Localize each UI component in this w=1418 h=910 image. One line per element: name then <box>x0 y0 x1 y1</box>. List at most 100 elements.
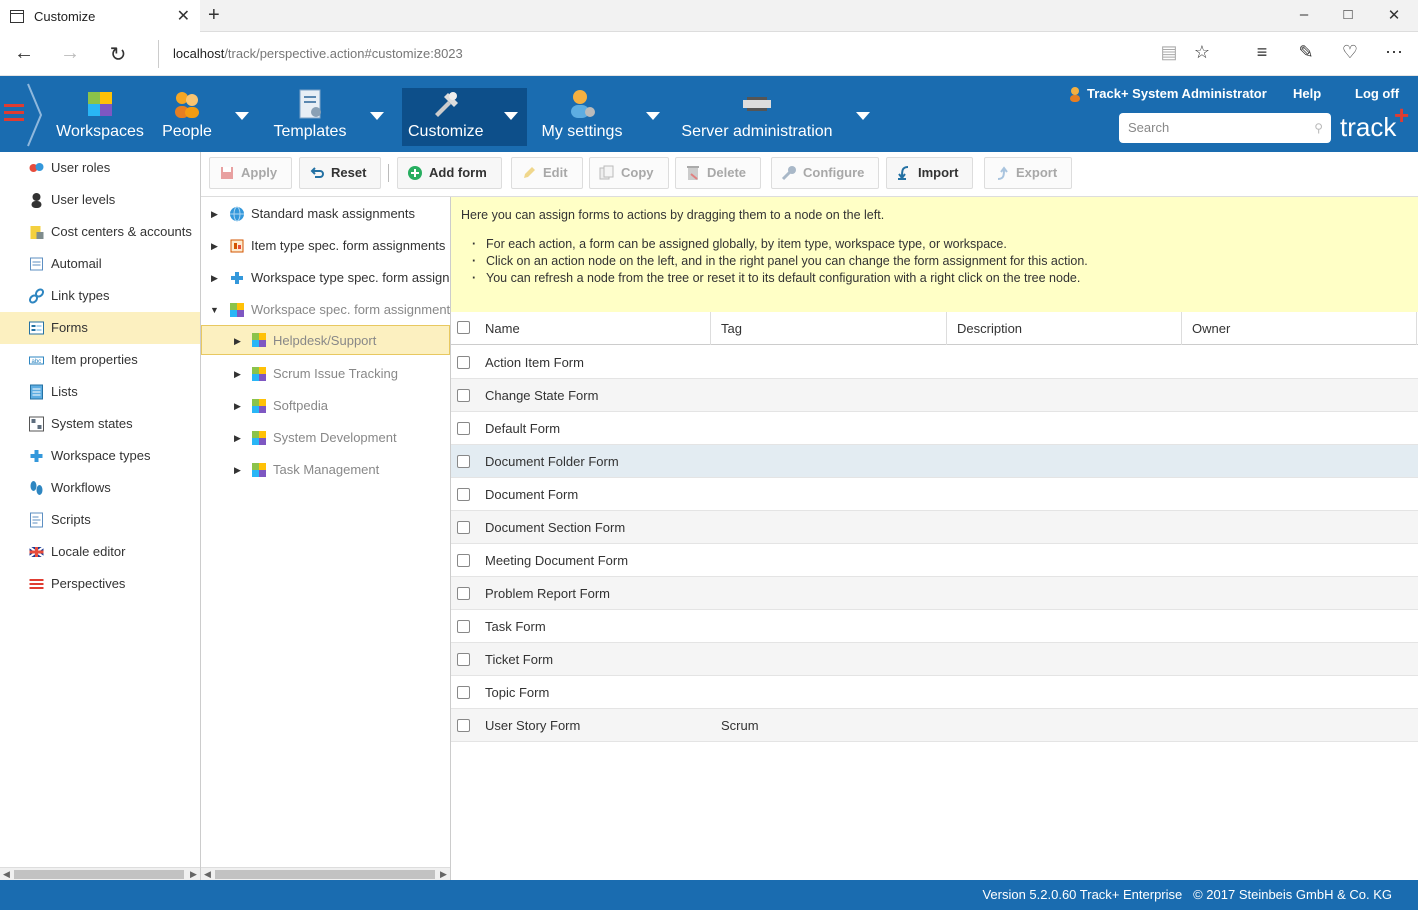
sidebar-item-lists[interactable]: Lists <box>0 376 200 408</box>
table-row[interactable]: Document Section Form <box>451 511 1418 544</box>
minimize-icon[interactable]: – <box>1294 6 1314 23</box>
table-row[interactable]: Problem Report Form <box>451 577 1418 610</box>
table-row[interactable]: Task Form <box>451 610 1418 643</box>
column-header-owner[interactable]: Owner <box>1182 312 1417 345</box>
url-field[interactable]: localhost/track/perspective.action#custo… <box>158 40 1138 68</box>
sidebar-item-scripts[interactable]: Scripts <box>0 504 200 536</box>
row-checkbox[interactable] <box>457 719 470 732</box>
row-checkbox[interactable] <box>457 356 470 369</box>
import-button[interactable]: Import <box>886 157 974 189</box>
people-dropdown-caret-icon[interactable] <box>235 112 249 120</box>
row-checkbox[interactable] <box>457 488 470 501</box>
delete-button[interactable]: Delete <box>675 157 762 189</box>
search-input[interactable]: Search ⚲ <box>1119 113 1331 143</box>
tree-node-task-management[interactable]: ▶ Task Management <box>201 455 450 485</box>
tree-expand-arrow-icon[interactable]: ▶ <box>211 263 218 293</box>
nav-people[interactable]: People <box>160 88 214 146</box>
export-button[interactable]: Export <box>984 157 1073 189</box>
tree-node-workspace-type-spec[interactable]: ▶ Workspace type spec. form assignments <box>201 263 450 293</box>
row-checkbox[interactable] <box>457 422 470 435</box>
table-row[interactable]: Meeting Document Form <box>451 544 1418 577</box>
tree-expand-arrow-icon[interactable]: ▶ <box>211 199 218 229</box>
configure-button[interactable]: Configure <box>771 157 880 189</box>
apply-button[interactable]: Apply <box>209 157 293 189</box>
sidebar-item-cost-centers[interactable]: Cost centers & accounts <box>0 216 200 248</box>
copy-button[interactable]: Copy <box>589 157 669 189</box>
window-close-icon[interactable]: ✕ <box>1384 6 1404 24</box>
search-icon[interactable]: ⚲ <box>1314 113 1323 143</box>
row-checkbox[interactable] <box>457 620 470 633</box>
sidebar-item-workflows[interactable]: Workflows <box>0 472 200 504</box>
tree-horizontal-scrollbar[interactable]: ◀ ▶ <box>201 867 450 880</box>
tree-node-item-type-spec[interactable]: ▶ Item type spec. form assignments <box>201 231 450 261</box>
add-form-button[interactable]: Add form <box>397 157 502 189</box>
tree-expand-arrow-icon[interactable]: ▶ <box>234 455 241 485</box>
nav-server-administration[interactable]: Server administration <box>681 88 833 146</box>
table-row[interactable]: Action Item Form <box>451 346 1418 379</box>
row-checkbox[interactable] <box>457 521 470 534</box>
tree-expand-arrow-icon[interactable]: ▶ <box>234 326 241 356</box>
more-icon[interactable]: ⋯ <box>1382 42 1406 63</box>
browser-tab[interactable]: Customize ✕ <box>0 0 200 32</box>
scroll-left-icon[interactable]: ◀ <box>204 868 211 880</box>
tree-node-helpdesk-support[interactable]: ▶ Helpdesk/Support <box>201 325 450 355</box>
sidebar-item-automail[interactable]: Automail <box>0 248 200 280</box>
sidebar-item-workspace-types[interactable]: Workspace types <box>0 440 200 472</box>
tree-node-standard-mask[interactable]: ▶ Standard mask assignments <box>201 199 450 229</box>
scrollbar-thumb[interactable] <box>14 870 184 879</box>
column-header-tag[interactable]: Tag <box>711 312 947 345</box>
sidebar-item-forms[interactable]: Forms <box>0 312 200 344</box>
nav-templates[interactable]: Templates <box>272 88 348 146</box>
tree-node-workspace-spec[interactable]: ▼ Workspace spec. form assignments <box>201 295 450 325</box>
tree-collapse-arrow-icon[interactable]: ▼ <box>210 295 219 325</box>
row-checkbox[interactable] <box>457 653 470 666</box>
tree-expand-arrow-icon[interactable]: ▶ <box>234 359 241 389</box>
row-checkbox[interactable] <box>457 389 470 402</box>
table-row[interactable]: Topic Form <box>451 676 1418 709</box>
new-tab-button[interactable]: + <box>208 4 220 27</box>
table-row[interactable]: Document Form <box>451 478 1418 511</box>
row-checkbox[interactable] <box>457 587 470 600</box>
tree-expand-arrow-icon[interactable]: ▶ <box>211 231 218 261</box>
nav-workspaces[interactable]: Workspaces <box>56 88 144 146</box>
tree-node-system-development[interactable]: ▶ System Development <box>201 423 450 453</box>
share-icon[interactable]: ♡ <box>1338 42 1362 63</box>
log-off-link[interactable]: Log off <box>1355 86 1399 101</box>
hub-icon[interactable]: ≡ <box>1250 42 1274 63</box>
sidebar-item-user-levels[interactable]: User levels <box>0 184 200 216</box>
tree-node-scrum-issue-tracking[interactable]: ▶ Scrum Issue Tracking <box>201 359 450 389</box>
sidebar-item-locale-editor[interactable]: Locale editor <box>0 536 200 568</box>
column-header-name[interactable]: Name <box>475 312 711 345</box>
reset-button[interactable]: Reset <box>299 157 382 189</box>
scrollbar-thumb[interactable] <box>215 870 435 879</box>
server-admin-dropdown-caret-icon[interactable] <box>856 112 870 120</box>
table-row[interactable]: Change State Form <box>451 379 1418 412</box>
help-link[interactable]: Help <box>1293 86 1321 101</box>
table-row[interactable]: User Story Form Scrum <box>451 709 1418 742</box>
select-all-checkbox[interactable] <box>457 321 470 334</box>
tree-expand-arrow-icon[interactable]: ▶ <box>234 423 241 453</box>
sidebar-item-system-states[interactable]: System states <box>0 408 200 440</box>
maximize-icon[interactable]: □ <box>1338 6 1358 23</box>
tab-close-icon[interactable]: ✕ <box>177 6 190 26</box>
customize-dropdown-caret-icon[interactable] <box>504 112 518 120</box>
sidebar-item-item-properties[interactable]: abc Item properties <box>0 344 200 376</box>
my-settings-dropdown-caret-icon[interactable] <box>646 112 660 120</box>
back-icon[interactable]: ← <box>12 42 36 65</box>
scroll-right-icon[interactable]: ▶ <box>440 868 447 880</box>
forward-icon[interactable]: → <box>58 42 82 65</box>
sidebar-item-perspectives[interactable]: Perspectives <box>0 568 200 600</box>
row-checkbox[interactable] <box>457 455 470 468</box>
templates-dropdown-caret-icon[interactable] <box>370 112 384 120</box>
refresh-icon[interactable]: ↻ <box>106 42 130 67</box>
current-user-link[interactable]: Track+ System Administrator <box>1087 86 1267 101</box>
nav-my-settings[interactable]: My settings <box>541 88 623 146</box>
menu-hamburger-icon[interactable] <box>4 104 24 122</box>
tree-expand-arrow-icon[interactable]: ▶ <box>234 391 241 421</box>
web-note-icon[interactable]: ✎ <box>1294 42 1318 63</box>
sidebar-item-link-types[interactable]: Link types <box>0 280 200 312</box>
sidebar-item-user-roles[interactable]: User roles <box>0 152 200 184</box>
column-header-description[interactable]: Description <box>947 312 1182 345</box>
row-checkbox[interactable] <box>457 686 470 699</box>
nav-customize[interactable]: Customize <box>402 88 527 146</box>
